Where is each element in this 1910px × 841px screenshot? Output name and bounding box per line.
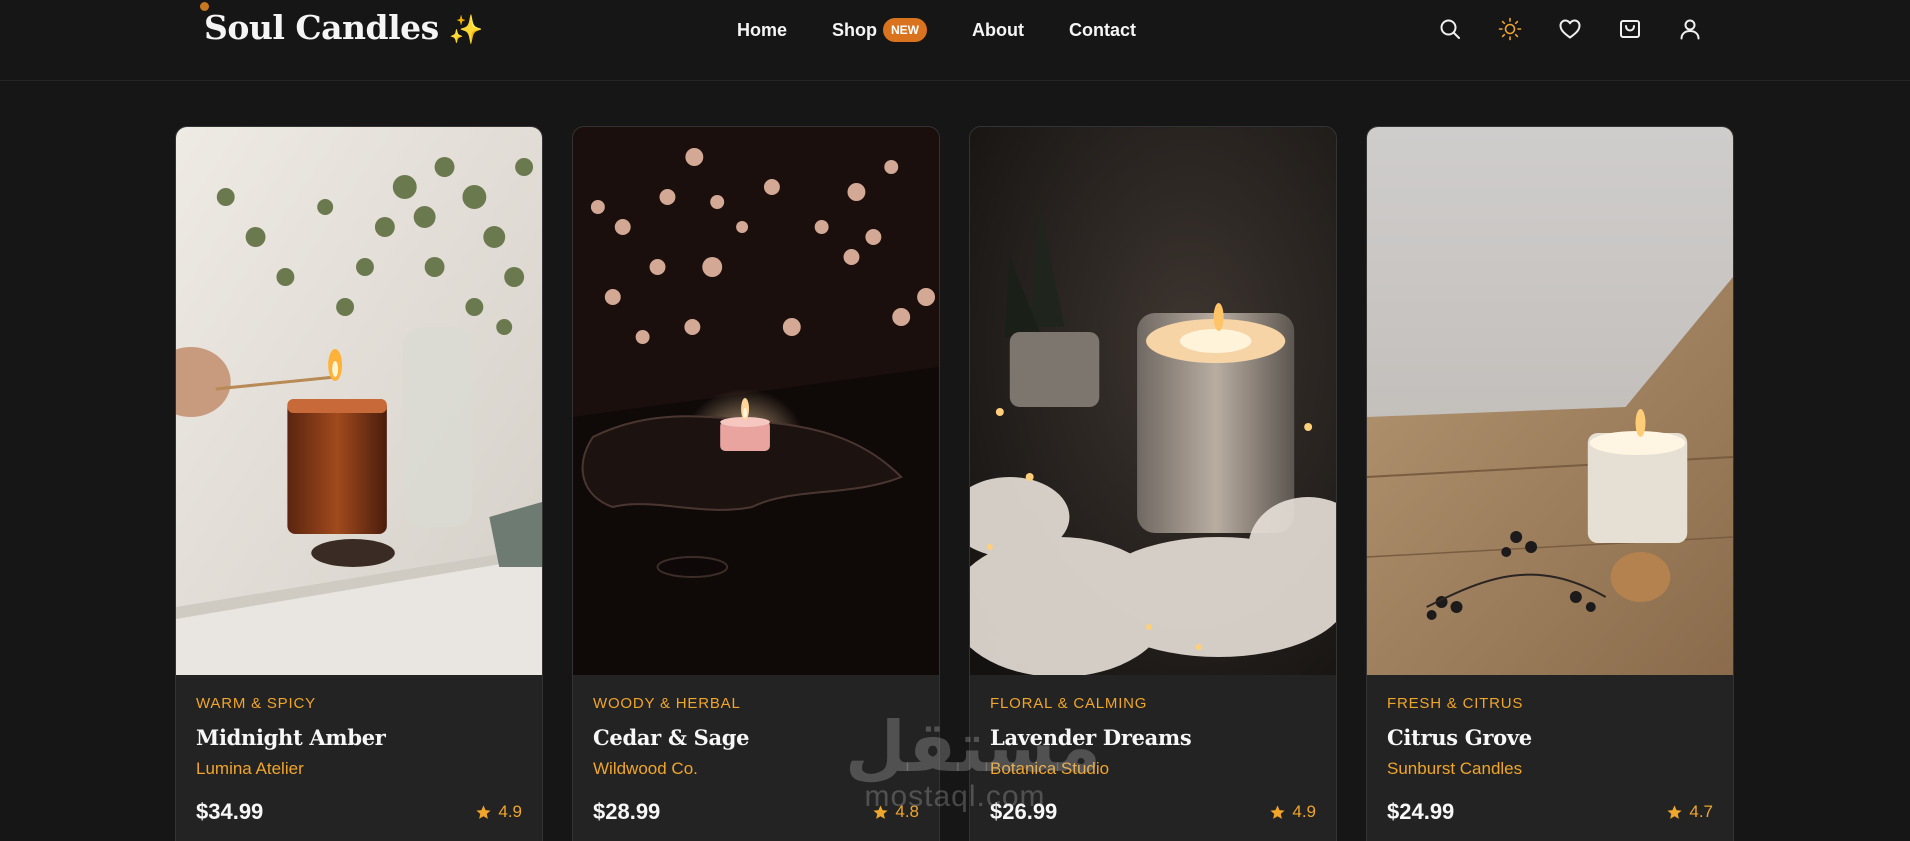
product-card[interactable]: WOODY & HERBAL Cedar & Sage Wildwood Co.… <box>572 126 940 841</box>
rating-value: 4.7 <box>1689 802 1713 821</box>
product-maker[interactable]: Botanica Studio <box>990 759 1316 781</box>
product-category: WOODY & HERBAL <box>593 695 741 712</box>
product-photo-candle-fur[interactable] <box>970 127 1336 675</box>
product-price: $26.99 <box>990 799 1058 824</box>
logo-text: Soul Candles <box>204 8 439 47</box>
product-price: $24.99 <box>1387 799 1455 824</box>
product-maker[interactable]: Wildwood Co. <box>593 759 919 781</box>
site-logo[interactable]: Soul Candles ✨ <box>204 8 484 47</box>
product-category: FRESH & CITRUS <box>1387 695 1524 712</box>
heart-icon[interactable] <box>1558 17 1582 41</box>
nav-contact-link[interactable]: Contact <box>1069 16 1136 44</box>
star-icon <box>873 804 888 819</box>
product-card[interactable]: FLORAL & CALMING Lavender Dreams Botanic… <box>969 126 1337 841</box>
nav-about-link[interactable]: About <box>972 16 1024 44</box>
product-card[interactable]: WARM & SPICY Midnight Amber Lumina Ateli… <box>175 126 543 841</box>
product-rating: 4.8 <box>872 802 919 822</box>
product-rating: 4.9 <box>475 802 522 822</box>
product-maker[interactable]: Lumina Atelier <box>196 759 522 781</box>
star-icon <box>476 804 491 819</box>
product-name[interactable]: Cedar & Sage <box>593 725 919 755</box>
header-actions <box>1438 17 1702 41</box>
product-maker[interactable]: Sunburst Candles <box>1387 759 1713 781</box>
bag-icon[interactable] <box>1618 17 1642 41</box>
nav-shop-link[interactable]: Shop NEW <box>832 16 928 44</box>
product-photo-candle-bokeh[interactable] <box>573 127 939 675</box>
sun-icon[interactable] <box>1498 17 1522 41</box>
product-name[interactable]: Lavender Dreams <box>990 725 1316 755</box>
product-category: WARM & SPICY <box>196 695 316 712</box>
product-card[interactable]: FRESH & CITRUS Citrus Grove Sunburst Can… <box>1366 126 1734 841</box>
nav-home-link[interactable]: Home <box>737 16 787 44</box>
product-photo-candle-wood[interactable] <box>1367 127 1733 675</box>
product-rating: 4.7 <box>1666 802 1713 822</box>
product-rating: 4.9 <box>1269 802 1316 822</box>
product-grid: WARM & SPICY Midnight Amber Lumina Ateli… <box>175 126 1734 841</box>
rating-value: 4.9 <box>498 802 522 821</box>
sparkles-icon: ✨ <box>448 13 484 46</box>
search-icon[interactable] <box>1438 17 1462 41</box>
product-price: $28.99 <box>593 799 661 824</box>
product-photo-candle-match[interactable] <box>176 127 542 675</box>
rating-value: 4.8 <box>895 802 919 821</box>
user-icon[interactable] <box>1678 17 1702 41</box>
site-header: Soul Candles ✨ Home Shop NEW About Contac… <box>0 0 1910 81</box>
product-category: FLORAL & CALMING <box>990 695 1148 712</box>
product-name[interactable]: Midnight Amber <box>196 725 522 755</box>
product-price: $34.99 <box>196 799 264 824</box>
product-name[interactable]: Citrus Grove <box>1387 725 1713 755</box>
new-badge: NEW <box>883 18 928 42</box>
star-icon <box>1270 804 1285 819</box>
star-icon <box>1667 804 1682 819</box>
nav-shop-label: Shop <box>832 20 878 40</box>
rating-value: 4.9 <box>1292 802 1316 821</box>
main-nav: Home Shop NEW About Contact <box>737 16 1136 44</box>
